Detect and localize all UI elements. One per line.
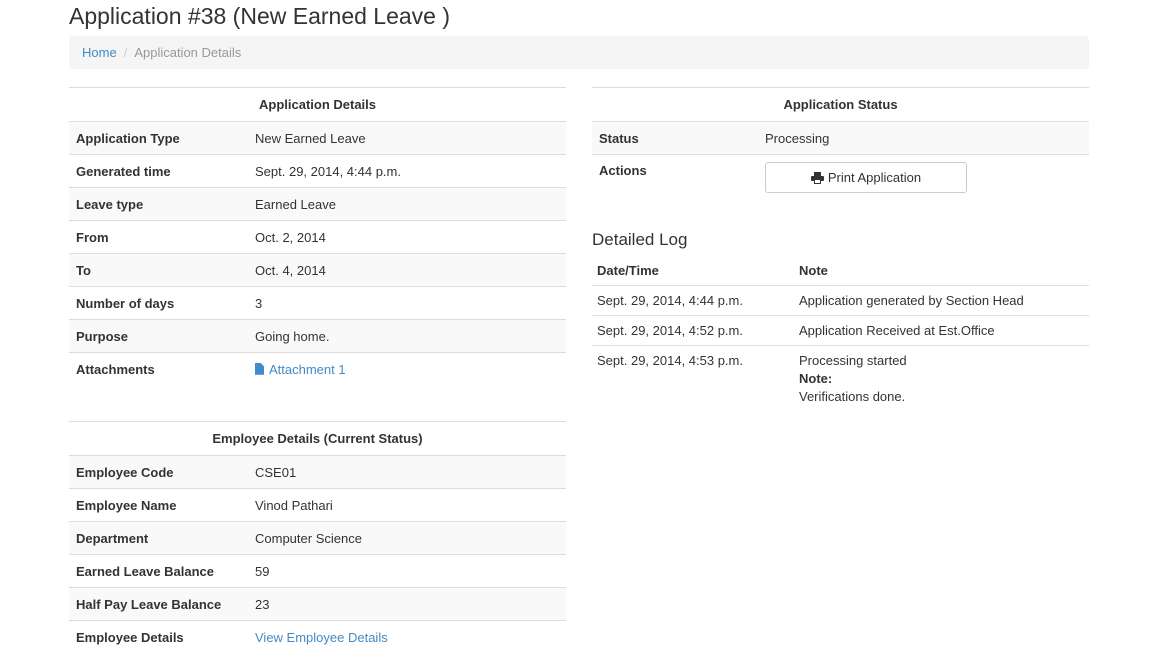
- attachment-link-label: Attachment 1: [269, 361, 346, 377]
- application-details-table: Application Details Application Type New…: [69, 87, 566, 386]
- table-row: Actions Print Application: [592, 155, 1089, 213]
- employee-name-label: Employee Name: [69, 488, 248, 522]
- number-of-days-value: 3: [248, 286, 566, 320]
- log-column-datetime: Date/Time: [592, 257, 794, 286]
- log-datetime: Sept. 29, 2014, 4:52 p.m.: [592, 315, 794, 346]
- application-type-value: New Earned Leave: [248, 121, 566, 155]
- log-note-extra-label: Note:: [799, 370, 833, 386]
- page-title: Application #38 (New Earned Leave ): [69, 3, 451, 29]
- earned-leave-balance-label: Earned Leave Balance: [69, 554, 248, 588]
- table-row: Sept. 29, 2014, 4:52 p.m. Application Re…: [592, 315, 1089, 346]
- table-row: Leave type Earned Leave: [69, 187, 566, 221]
- log-note: Application generated by Section Head: [794, 285, 1089, 316]
- breadcrumb-home-link[interactable]: Home: [82, 45, 117, 60]
- breadcrumb: Home / Application Details: [69, 36, 1089, 69]
- view-employee-details-link[interactable]: View Employee Details: [255, 630, 388, 645]
- leave-type-label: Leave type: [69, 187, 248, 221]
- table-row: Employee Code CSE01: [69, 455, 566, 489]
- log-note: Application Received at Est.Office: [794, 315, 1089, 346]
- status-value: Processing: [758, 121, 1089, 155]
- employee-code-value: CSE01: [248, 455, 566, 489]
- detailed-log-title: Detailed Log: [592, 230, 688, 249]
- generated-time-value: Sept. 29, 2014, 4:44 p.m.: [248, 154, 566, 188]
- actions-cell: Print Application: [758, 155, 1089, 213]
- attachments-label: Attachments: [76, 361, 155, 377]
- actions-label: Actions: [599, 163, 647, 178]
- department-label: Department: [69, 521, 248, 555]
- print-icon: [810, 171, 824, 184]
- attachments-cell: Attachment 1: [248, 353, 566, 386]
- log-note: Processing started: [799, 352, 907, 368]
- to-date-value: Oct. 4, 2014: [248, 253, 566, 287]
- half-pay-leave-balance-value: 23: [248, 587, 566, 621]
- purpose-label: Purpose: [69, 319, 248, 353]
- table-row: Attachments Attachment 1: [69, 353, 566, 386]
- breadcrumb-separator: /: [123, 45, 128, 60]
- table-row: Half Pay Leave Balance 23: [69, 587, 566, 621]
- generated-time-label: Generated time: [69, 154, 248, 188]
- print-application-button[interactable]: Print Application: [765, 162, 967, 193]
- table-row: Status Processing: [592, 121, 1089, 155]
- application-type-label: Application Type: [69, 121, 248, 155]
- attachment-link[interactable]: Attachment 1: [255, 362, 346, 377]
- employee-details-cell: View Employee Details: [248, 621, 566, 654]
- table-row: Sept. 29, 2014, 4:53 p.m. Processing sta…: [592, 345, 1089, 411]
- purpose-value: Going home.: [248, 319, 566, 353]
- breadcrumb-current: Application Details: [134, 45, 242, 60]
- number-of-days-label: Number of days: [69, 286, 248, 320]
- table-row: Department Computer Science: [69, 521, 566, 555]
- table-row: Earned Leave Balance 59: [69, 554, 566, 588]
- from-date-label: From: [69, 220, 248, 254]
- application-status-table: Application Status Status Processing Act…: [592, 87, 1089, 213]
- detailed-log-table: Date/Time Note Sept. 29, 2014, 4:44 p.m.…: [592, 257, 1089, 411]
- application-status-heading: Application Status: [592, 87, 1089, 122]
- leave-type-value: Earned Leave: [248, 187, 566, 221]
- from-date-value: Oct. 2, 2014: [248, 220, 566, 254]
- log-note-extra-text: Verifications done.: [799, 388, 906, 404]
- log-datetime: Sept. 29, 2014, 4:53 p.m.: [597, 352, 743, 368]
- table-row: Application Type New Earned Leave: [69, 121, 566, 155]
- table-row: Employee Name Vinod Pathari: [69, 488, 566, 522]
- table-row: Purpose Going home.: [69, 319, 566, 353]
- employee-name-value: Vinod Pathari: [248, 488, 566, 522]
- table-row: Number of days 3: [69, 286, 566, 320]
- earned-leave-balance-value: 59: [248, 554, 566, 588]
- table-row: Employee Details View Employee Details: [69, 621, 566, 654]
- department-value: Computer Science: [248, 521, 566, 555]
- file-icon: [255, 362, 264, 375]
- status-label: Status: [592, 121, 758, 155]
- log-column-note: Note: [794, 257, 1089, 286]
- employee-code-label: Employee Code: [69, 455, 248, 489]
- application-details-heading: Application Details: [69, 87, 566, 122]
- log-datetime: Sept. 29, 2014, 4:44 p.m.: [592, 285, 794, 316]
- table-row: From Oct. 2, 2014: [69, 220, 566, 254]
- employee-details-table: Employee Details (Current Status) Employ…: [69, 421, 566, 654]
- table-row: Sept. 29, 2014, 4:44 p.m. Application ge…: [592, 285, 1089, 316]
- to-date-label: To: [69, 253, 248, 287]
- log-note-cell: Processing started Note: Verifications d…: [794, 345, 1089, 411]
- table-row: Generated time Sept. 29, 2014, 4:44 p.m.: [69, 154, 566, 188]
- employee-details-heading: Employee Details (Current Status): [69, 421, 566, 456]
- employee-details-label: Employee Details: [76, 629, 184, 645]
- table-row: To Oct. 4, 2014: [69, 253, 566, 287]
- print-application-label: Print Application: [827, 170, 922, 185]
- half-pay-leave-balance-label: Half Pay Leave Balance: [69, 587, 248, 621]
